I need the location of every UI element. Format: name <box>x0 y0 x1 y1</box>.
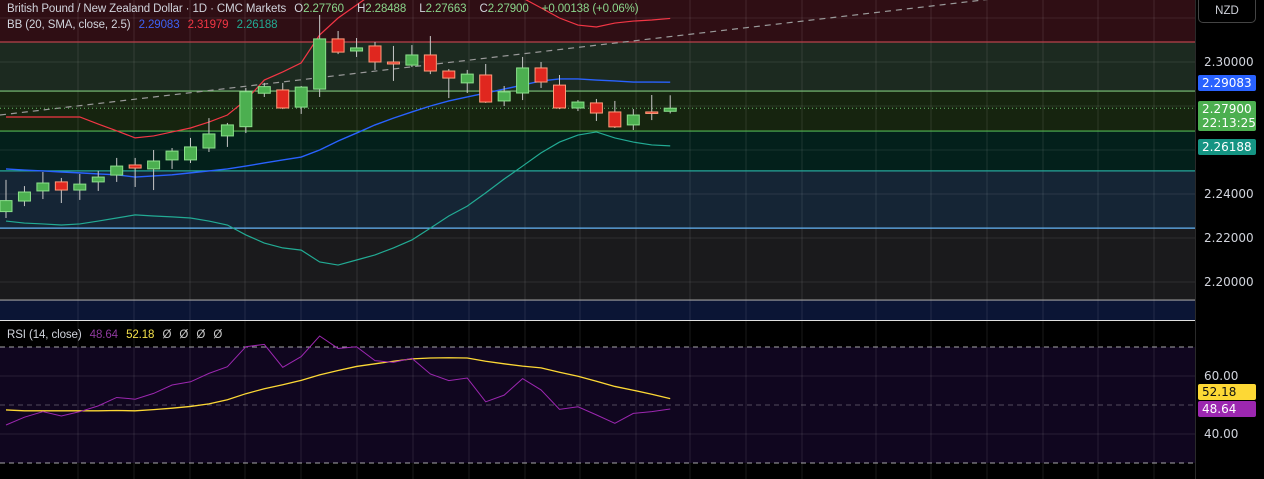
candle-body <box>36 182 50 192</box>
candle-body <box>165 150 179 161</box>
zone-fill <box>0 41 1195 92</box>
rsi-ma-tag: 52.18 <box>1198 384 1256 400</box>
rsi-tag: 48.64 <box>1198 401 1256 417</box>
candle-body <box>663 107 677 112</box>
candle-body <box>0 200 13 213</box>
candle-body <box>147 160 161 170</box>
candle-body <box>386 61 400 65</box>
candle-body <box>91 176 105 183</box>
zone-fill <box>0 131 1195 171</box>
currency-button[interactable]: NZD <box>1198 0 1256 23</box>
candle-body <box>442 70 456 79</box>
candle-body <box>589 102 603 114</box>
rsi-legend: RSI (14, close) 48.64 52.18 Ø Ø Ø Ø <box>7 329 227 341</box>
candle-body <box>608 111 622 128</box>
symbol-legend: British Pound / New Zealand Dollar · 1D … <box>7 3 644 15</box>
candle-body <box>184 146 197 161</box>
symbol-title[interactable]: British Pound / New Zealand Dollar · 1D … <box>7 3 286 15</box>
rsi-axis-label: 60.00 <box>1204 369 1239 383</box>
candle-body <box>257 86 271 94</box>
candle-body <box>313 38 327 90</box>
rsi-extra-value: Ø <box>196 329 206 341</box>
close-label: C <box>479 3 488 15</box>
zone-fill <box>0 170 1195 229</box>
candle-body <box>110 165 124 176</box>
price-axis-label: 2.30000 <box>1204 55 1254 69</box>
candle-body <box>645 111 659 114</box>
candle-body <box>626 114 640 126</box>
candle-body <box>73 183 87 191</box>
rsi-ma-value: 52.18 <box>126 329 155 341</box>
change-value: +0.00138 (+0.06%) <box>541 3 639 15</box>
zone-fill <box>0 300 1195 320</box>
bar-countdown: 22:13:25 <box>1202 116 1256 130</box>
open-value: 2.27760 <box>303 3 344 15</box>
low-value: 2.27663 <box>425 3 467 15</box>
bb-legend: BB (20, SMA, close, 2.5) 2.29083 2.31979… <box>7 19 282 31</box>
price-axis-label: 2.20000 <box>1204 275 1254 289</box>
candle-body <box>516 67 530 94</box>
high-value: 2.28488 <box>365 3 407 15</box>
last-price-value: 2.27900 <box>1202 102 1252 116</box>
rsi-label[interactable]: RSI (14, close) <box>7 329 82 341</box>
candle-body <box>220 124 234 137</box>
rsi-extra-value: Ø <box>213 329 223 341</box>
zone-fill <box>0 228 1195 301</box>
candle-body <box>460 73 474 84</box>
candle-body <box>202 133 216 149</box>
rsi-extra-value: Ø <box>179 329 189 341</box>
bb-basis-tag: 2.29083 <box>1198 75 1256 91</box>
candle-body <box>276 89 290 109</box>
candle-body <box>331 38 345 53</box>
bb-lower-tag: 2.26188 <box>1198 139 1256 155</box>
bb-upper-value: 2.31979 <box>187 19 229 31</box>
candle-body <box>479 74 493 103</box>
rsi-axis-label: 40.00 <box>1204 427 1239 441</box>
bb-lower-value: 2.26188 <box>236 19 278 31</box>
candle-body <box>128 164 142 169</box>
candle-body <box>423 54 437 72</box>
candle-body <box>405 54 419 66</box>
candle-body <box>534 67 548 83</box>
candle-body <box>571 101 585 109</box>
candle-body <box>54 181 68 191</box>
candle-body <box>294 86 308 108</box>
rsi-extra-value: Ø <box>162 329 172 341</box>
open-label: O <box>294 3 304 15</box>
low-label: L <box>419 3 426 15</box>
rsi-value: 48.64 <box>89 329 118 341</box>
last-price-tag: 2.27900 22:13:25 <box>1198 101 1256 131</box>
bb-basis-value: 2.29083 <box>138 19 180 31</box>
price-axis-label: 2.24000 <box>1204 187 1254 201</box>
candle-up <box>239 87 253 134</box>
price-axis-label: 2.22000 <box>1204 231 1254 245</box>
bb-label[interactable]: BB (20, SMA, close, 2.5) <box>7 19 131 31</box>
candle-body <box>497 91 511 102</box>
candle-body <box>239 91 253 128</box>
close-value: 2.27900 <box>487 3 529 15</box>
chart-canvas[interactable] <box>0 0 1264 479</box>
candle-body <box>553 84 566 109</box>
candle-body <box>17 191 31 202</box>
candle-body <box>350 47 364 52</box>
candle-body <box>368 45 382 63</box>
